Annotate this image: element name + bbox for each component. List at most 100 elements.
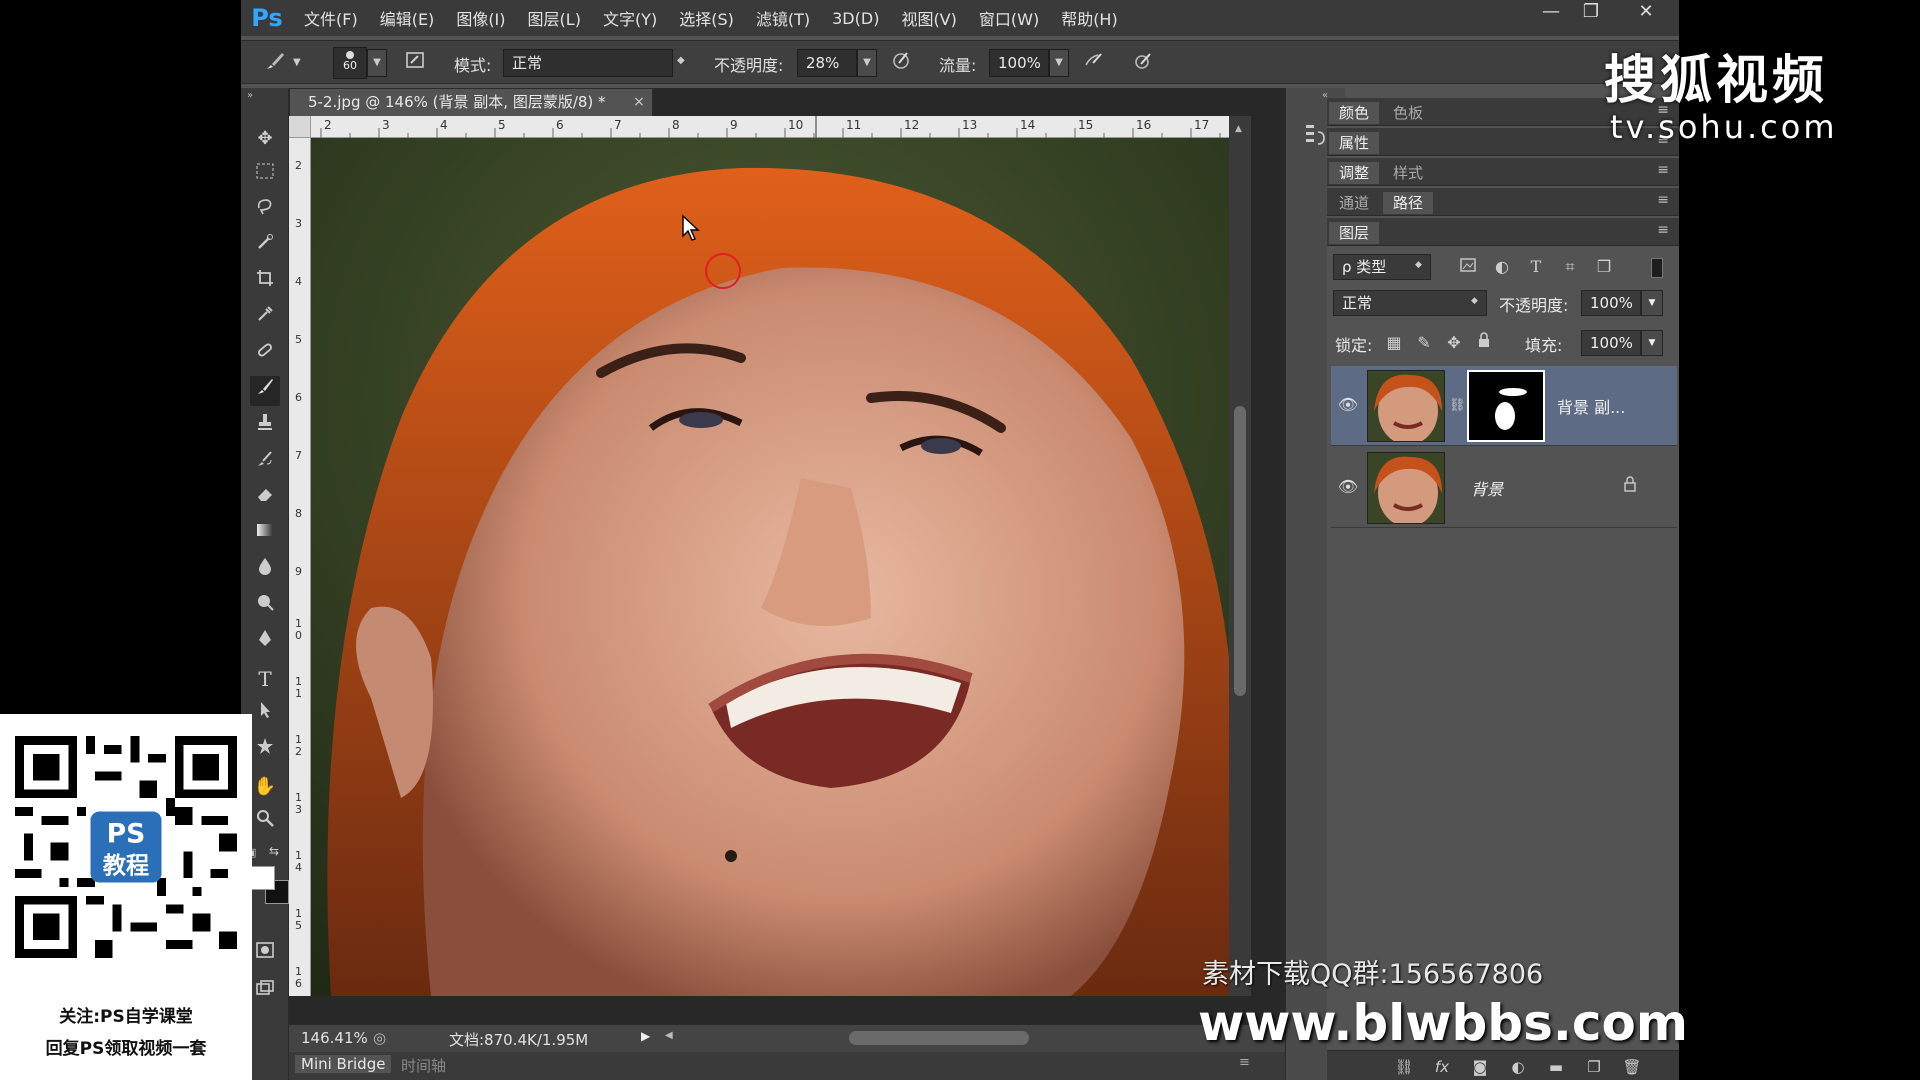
menu-help[interactable]: 帮助(H): [1050, 6, 1129, 30]
restore-button[interactable]: ❐: [1571, 0, 1611, 26]
crop-tool-icon[interactable]: [250, 268, 280, 298]
path-select-tool-icon[interactable]: [250, 700, 280, 730]
ruler-origin[interactable]: [289, 116, 311, 138]
tab-adjustments[interactable]: 调整: [1329, 162, 1380, 184]
mode-select[interactable]: 正常: [503, 49, 673, 77]
layer-thumbnail[interactable]: [1367, 452, 1445, 524]
lock-position-icon[interactable]: ✥: [1443, 332, 1465, 354]
mask-link-icon[interactable]: ⛓: [1449, 398, 1466, 413]
brush-picker-dropdown[interactable]: ▼: [367, 49, 387, 77]
menu-file[interactable]: 文件(F): [293, 6, 369, 30]
menu-filter[interactable]: 滤镜(T): [745, 6, 821, 30]
vertical-scroll-thumb[interactable]: [1234, 406, 1246, 696]
layer-name[interactable]: 背景 副...: [1557, 394, 1625, 418]
collapse-arrows-icon[interactable]: »: [247, 90, 253, 101]
pressure-opacity-icon[interactable]: [887, 49, 915, 77]
eraser-tool-icon[interactable]: [250, 484, 280, 514]
status-info-icon[interactable]: ◎: [373, 1029, 386, 1047]
type-tool-icon[interactable]: T: [250, 664, 280, 694]
document-tab[interactable]: 5-2.jpg @ 146% (背景 副本, 图层蒙版/8) *: [289, 88, 653, 116]
menu-image[interactable]: 图像(I): [445, 6, 516, 30]
tab-styles[interactable]: 样式: [1383, 162, 1433, 184]
minimize-button[interactable]: —: [1531, 0, 1571, 26]
marquee-tool-icon[interactable]: [250, 160, 280, 190]
brush-size-picker[interactable]: 60: [333, 47, 367, 79]
opacity-input[interactable]: 28%: [797, 49, 857, 77]
menu-edit[interactable]: 编辑(E): [369, 6, 446, 30]
pen-tool-icon[interactable]: [250, 628, 280, 658]
tab-mini-bridge[interactable]: Mini Bridge: [295, 1055, 392, 1073]
menu-window[interactable]: 窗口(W): [968, 6, 1050, 30]
menu-3d[interactable]: 3D(D): [821, 9, 890, 28]
vertical-scrollbar[interactable]: ▲: [1229, 116, 1251, 996]
history-brush-tool-icon[interactable]: [250, 448, 280, 478]
scroll-left-icon[interactable]: ◀: [665, 1030, 673, 1041]
brush-tool-icon[interactable]: [261, 49, 289, 77]
screen-mode-icon[interactable]: [250, 978, 280, 1008]
new-layer-icon[interactable]: ❐: [1583, 1056, 1605, 1078]
filter-toggle-switch[interactable]: [1651, 258, 1663, 278]
layer-opacity-dropdown[interactable]: ▼: [1641, 290, 1663, 316]
brush-panel-icon[interactable]: [401, 49, 429, 77]
layer-visibility-eye-icon[interactable]: 👁: [1337, 394, 1359, 416]
layers-panel-menu-icon[interactable]: ≡: [1657, 222, 1669, 238]
tool-preset-dropdown-icon[interactable]: ▼: [293, 57, 301, 68]
tab-properties[interactable]: 属性: [1329, 132, 1380, 154]
menu-type[interactable]: 文字(Y): [592, 6, 668, 30]
horizontal-scroll-thumb[interactable]: [849, 1031, 1029, 1045]
quick-select-tool-icon[interactable]: [250, 232, 280, 262]
delete-layer-trash-icon[interactable]: 🗑: [1621, 1056, 1643, 1078]
adjustment-layer-icon[interactable]: ◐: [1507, 1056, 1529, 1078]
blend-mode-select[interactable]: 正常: [1333, 290, 1487, 316]
image-canvas[interactable]: [311, 138, 1229, 996]
panel-menu-icon[interactable]: ≡: [1657, 192, 1669, 208]
brush-tool-icon[interactable]: [250, 376, 280, 406]
status-menu-arrow-icon[interactable]: ▶: [641, 1029, 650, 1043]
zoom-level[interactable]: 146.41%: [301, 1029, 368, 1047]
layer-row-background-copy[interactable]: 👁 ⛓ 背景 副...: [1331, 366, 1677, 446]
tab-channels[interactable]: 通道: [1329, 192, 1379, 214]
layer-name[interactable]: 背景: [1471, 476, 1503, 500]
layer-thumbnail[interactable]: [1367, 370, 1445, 442]
opacity-dropdown[interactable]: ▼: [857, 49, 877, 77]
filter-shape-icon[interactable]: ⌗: [1559, 256, 1581, 278]
filter-pixel-icon[interactable]: [1457, 256, 1479, 278]
lock-transparent-icon[interactable]: ▦: [1383, 332, 1405, 354]
document-tab-close-icon[interactable]: ×: [629, 92, 649, 112]
fill-input[interactable]: 100%: [1581, 330, 1641, 356]
flow-dropdown[interactable]: ▼: [1049, 49, 1069, 77]
link-layers-icon[interactable]: ⛓: [1393, 1056, 1415, 1078]
pressure-size-icon[interactable]: [1129, 49, 1157, 77]
lock-image-icon[interactable]: ✎: [1413, 332, 1435, 354]
layer-row-background[interactable]: 👁 背景: [1331, 448, 1677, 528]
zoom-tool-icon[interactable]: [250, 808, 280, 838]
tab-timeline[interactable]: 时间轴: [401, 1055, 446, 1076]
quick-mask-icon[interactable]: [250, 940, 280, 970]
eyedropper-tool-icon[interactable]: [250, 304, 280, 334]
menu-view[interactable]: 视图(V): [890, 6, 967, 30]
clone-stamp-tool-icon[interactable]: [250, 412, 280, 442]
panel-menu-icon[interactable]: ≡: [1657, 162, 1669, 178]
shape-tool-icon[interactable]: [250, 736, 280, 766]
blur-tool-icon[interactable]: [250, 556, 280, 586]
fx-icon[interactable]: fx: [1431, 1056, 1453, 1078]
gradient-tool-icon[interactable]: [250, 520, 280, 550]
dodge-tool-icon[interactable]: [250, 592, 280, 622]
filter-type-icon[interactable]: T: [1525, 256, 1547, 278]
add-mask-icon[interactable]: ◙: [1469, 1056, 1491, 1078]
tab-paths[interactable]: 路径: [1383, 192, 1434, 214]
swap-colors-icon[interactable]: ⇆: [269, 844, 279, 858]
healing-brush-tool-icon[interactable]: [250, 340, 280, 370]
airbrush-icon[interactable]: [1079, 49, 1107, 77]
layer-mask-thumbnail[interactable]: [1467, 370, 1545, 442]
flow-input[interactable]: 100%: [989, 49, 1049, 77]
bottom-panel-menu-icon[interactable]: ≡: [1239, 1055, 1250, 1070]
menu-layer[interactable]: 图层(L): [517, 6, 592, 30]
filter-smart-object-icon[interactable]: ❐: [1593, 256, 1615, 278]
menu-select[interactable]: 选择(S): [668, 6, 745, 30]
tab-color[interactable]: 颜色: [1329, 102, 1380, 124]
new-group-folder-icon[interactable]: ▬: [1545, 1056, 1567, 1078]
ruler-vertical[interactable]: 2 3 4 5 6 7 8 9 1 0 1 1 1 2 1 3 1 4 1 5 …: [289, 138, 311, 996]
hand-tool-icon[interactable]: ✋: [250, 772, 280, 802]
fill-dropdown[interactable]: ▼: [1641, 330, 1663, 356]
